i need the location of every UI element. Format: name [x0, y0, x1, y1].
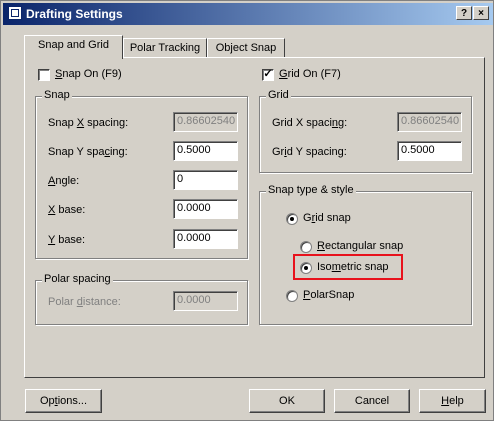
snap-y-spacing-input[interactable]: 0.5000 [173, 141, 238, 161]
snap-x-spacing-input[interactable]: 0.86602540 [173, 112, 238, 132]
polar-snap-radio[interactable] [286, 290, 298, 302]
snap-y-spacing-label: Snap Y spacing: [48, 146, 128, 158]
snap-group-title: Snap [42, 89, 72, 101]
angle-label: Angle: [48, 175, 80, 187]
polar-spacing-title: Polar spacing [42, 273, 113, 285]
rectangular-snap-label[interactable]: Rectangular snap [317, 240, 403, 252]
grid-x-spacing-input[interactable]: 0.86602540 [397, 112, 462, 132]
tab-object-snap[interactable]: Object Snap [207, 38, 285, 58]
snap-on-label[interactable]: Snap On (F9) [55, 68, 122, 80]
x-base-input[interactable]: 0.0000 [173, 199, 238, 219]
close-title-button[interactable]: × [473, 6, 489, 20]
y-base-input[interactable]: 0.0000 [173, 229, 238, 249]
grid-y-spacing-label: Grid Y spacing: [272, 146, 347, 158]
snap-on-checkbox[interactable] [38, 69, 50, 81]
snap-x-spacing-label: Snap X spacing: [48, 117, 129, 129]
options-button[interactable]: Options... [25, 389, 102, 413]
grid-y-spacing-input[interactable]: 0.5000 [397, 141, 462, 161]
grid-on-label[interactable]: Grid On (F7) [279, 68, 341, 80]
title-bar[interactable]: Drafting Settings ? × [3, 3, 493, 25]
tab-polar-tracking[interactable]: Polar Tracking [123, 38, 207, 58]
polar-distance-label: Polar distance: [48, 296, 121, 308]
grid-group-title: Grid [266, 89, 291, 101]
isometric-highlight-box [293, 254, 403, 280]
rectangular-snap-radio[interactable] [300, 241, 312, 253]
cancel-button[interactable]: Cancel [334, 389, 410, 413]
grid-snap-label[interactable]: Grid snap [303, 212, 351, 224]
polar-distance-input[interactable]: 0.0000 [173, 291, 238, 311]
app-icon [8, 6, 22, 20]
polar-snap-label[interactable]: PolarSnap [303, 289, 354, 301]
snap-type-title: Snap type & style [266, 184, 356, 196]
grid-on-checkbox[interactable]: ✓ [262, 69, 274, 81]
y-base-label: Y base: [48, 234, 86, 246]
grid-group: Grid [259, 89, 472, 173]
help-title-button[interactable]: ? [456, 6, 472, 20]
drafting-settings-dialog: Drafting Settings ? × Snap and Grid Pola… [0, 0, 494, 421]
help-button[interactable]: Help [419, 389, 486, 413]
tab-snap-and-grid[interactable]: Snap and Grid [24, 35, 123, 59]
x-base-label: X base: [48, 204, 86, 216]
ok-button[interactable]: OK [249, 389, 325, 413]
angle-input[interactable]: 0 [173, 170, 238, 190]
grid-x-spacing-label: Grid X spacing: [272, 117, 348, 129]
window-title: Drafting Settings [26, 7, 123, 21]
grid-snap-radio[interactable] [286, 213, 298, 225]
